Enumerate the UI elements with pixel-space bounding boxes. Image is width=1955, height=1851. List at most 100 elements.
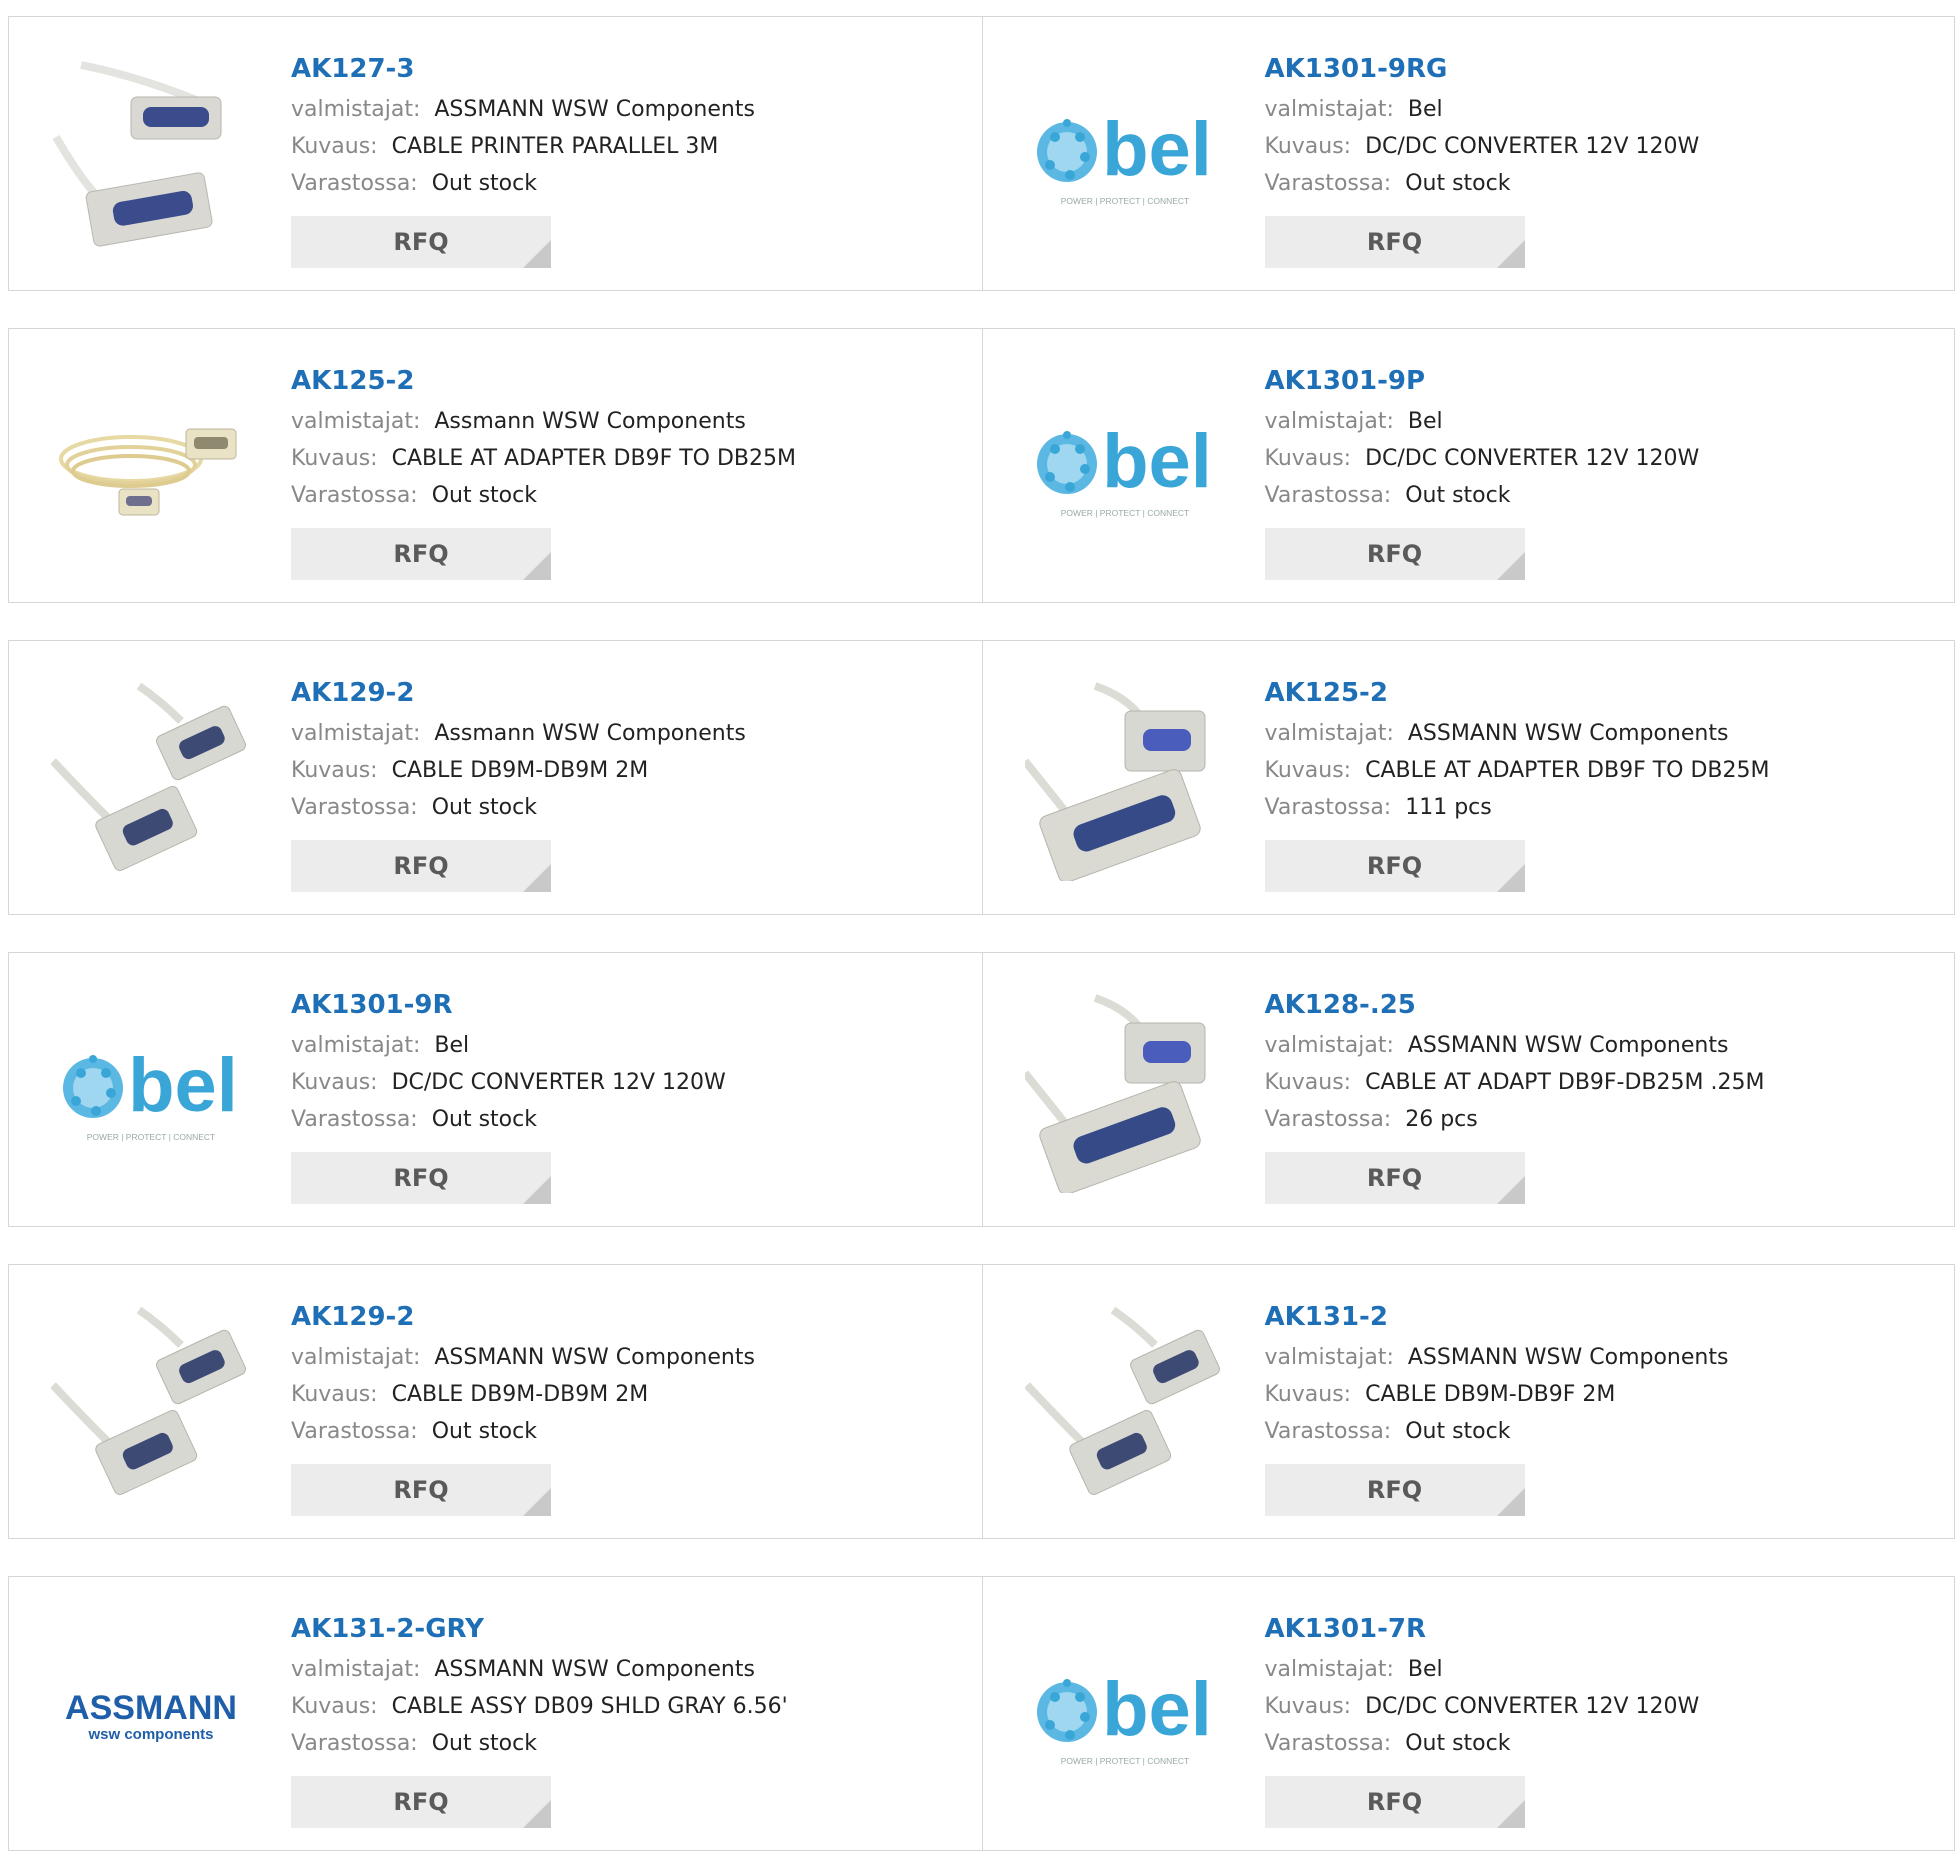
bel-logo[interactable]: bel POWER | PROTECT | CONNECT	[1025, 57, 1225, 257]
rfq-label: RFQ	[393, 228, 449, 256]
manufacturer-value: ASSMANN WSW Components	[434, 1657, 755, 1682]
rfq-button[interactable]: RFQ	[1264, 528, 1525, 580]
description-value: CABLE AT ADAPTER DB9F TO DB25M	[1365, 758, 1770, 783]
product-info: AK1301-9RG valmistajat: Bel Kuvaus: DC/DC …	[1264, 47, 1700, 268]
manufacturer-row: valmistajat: ASSMANN WSW Components	[1265, 715, 1770, 752]
manufacturer-row: valmistajat: Assmann WSW Components	[291, 403, 796, 440]
description-value: CABLE DB9M-DB9M 2M	[391, 758, 649, 783]
product-info: AK1301-9R valmistajat: Bel Kuvaus: DC/DC C…	[291, 983, 726, 1204]
rfq-button[interactable]: RFQ	[291, 528, 551, 580]
bel-logo[interactable]: bel POWER | PROTECT | CONNECT	[1025, 369, 1225, 569]
description-label: Kuvaus:	[291, 1382, 378, 1407]
manufacturer-value: Assmann WSW Components	[434, 409, 746, 434]
stock-label: Varastossa:	[291, 1419, 418, 1444]
product-row: AK129-2 valmistajat: Assmann WSW Componen…	[8, 640, 1955, 915]
stock-row: Varastossa: 26 pcs	[1265, 1101, 1765, 1138]
manufacturer-row: valmistajat: Bel	[1265, 1651, 1700, 1688]
assmann-logo[interactable]: ASSMANN wsw components	[51, 1617, 251, 1817]
db9-cable-icon[interactable]	[1024, 1305, 1225, 1505]
part-number-link[interactable]: AK1301-9P	[1265, 359, 1700, 403]
product-card: AK129-2 valmistajat: Assmann WSW Componen…	[9, 641, 982, 914]
db9-db25-cable-icon[interactable]	[1024, 993, 1225, 1193]
stock-value: Out stock	[431, 795, 537, 820]
rfq-button[interactable]: RFQ	[1264, 840, 1525, 892]
manufacturer-row: valmistajat: Bel	[1265, 403, 1700, 440]
manufacturer-label: valmistajat:	[1264, 1657, 1394, 1682]
product-info: AK128-.25 valmistajat: ASSMANN WSW Compon…	[1264, 983, 1765, 1204]
part-number-link[interactable]: AK129-2	[291, 671, 746, 715]
bel-logo-tagline: POWER | PROTECT | CONNECT	[87, 1132, 215, 1142]
description-value: CABLE DB9M-DB9M 2M	[391, 1382, 649, 1407]
stock-label: Varastossa:	[1264, 171, 1392, 196]
description-label: Kuvaus:	[1264, 134, 1352, 159]
part-number-link[interactable]: AK131-2-GRY	[291, 1607, 788, 1651]
part-number-link[interactable]: AK1301-7R	[1265, 1607, 1700, 1651]
db9-cable-icon[interactable]	[51, 681, 251, 881]
part-number-link[interactable]: AK127-3	[291, 47, 755, 91]
product-info: AK129-2 valmistajat: Assmann WSW Componen…	[291, 671, 746, 892]
product-card: AK125-2 valmistajat: Assmann WSW Componen…	[9, 329, 982, 602]
stock-label: Varastossa:	[1264, 1419, 1392, 1444]
manufacturer-label: valmistajat:	[291, 1657, 421, 1682]
bel-logo-text: bel	[1102, 1667, 1212, 1752]
description-row: Kuvaus: CABLE AT ADAPTER DB9F TO DB25M	[291, 440, 796, 477]
db9-db25-cable-icon[interactable]	[1024, 681, 1225, 881]
stock-row: Varastossa: 111 pcs	[1265, 789, 1770, 826]
rfq-button[interactable]: RFQ	[1264, 1464, 1525, 1516]
part-number-link[interactable]: AK129-2	[291, 1295, 755, 1339]
product-card: AK128-.25 valmistajat: ASSMANN WSW Compon…	[981, 953, 1955, 1226]
part-number-link[interactable]: AK131-2	[1265, 1295, 1729, 1339]
rfq-button[interactable]: RFQ	[291, 1776, 551, 1828]
part-number-link[interactable]: AK1301-9R	[291, 983, 726, 1027]
product-info: AK129-2 valmistajat: ASSMANN WSW Componen…	[291, 1295, 755, 1516]
product-row: bel POWER | PROTECT | CONNECT AK1301-9R …	[8, 952, 1955, 1227]
description-row: Kuvaus: CABLE PRINTER PARALLEL 3M	[291, 128, 755, 165]
coiled-adapter-cable-icon[interactable]	[51, 369, 251, 569]
corner-triangle-icon	[1496, 1488, 1525, 1516]
rfq-button[interactable]: RFQ	[1264, 216, 1525, 268]
description-label: Kuvaus:	[291, 134, 378, 159]
corner-triangle-icon	[1496, 1800, 1525, 1828]
description-value: CABLE PRINTER PARALLEL 3M	[391, 134, 719, 159]
stock-row: Varastossa: Out stock	[291, 477, 796, 514]
rfq-button[interactable]: RFQ	[291, 216, 551, 268]
manufacturer-label: valmistajat:	[291, 97, 421, 122]
manufacturer-row: valmistajat: ASSMANN WSW Components	[1265, 1339, 1729, 1376]
product-row: AK129-2 valmistajat: ASSMANN WSW Componen…	[8, 1264, 1955, 1539]
manufacturer-value: ASSMANN WSW Components	[434, 1345, 755, 1370]
rfq-label: RFQ	[393, 1164, 449, 1192]
part-number-link[interactable]: AK125-2	[291, 359, 796, 403]
rfq-button[interactable]: RFQ	[291, 1464, 551, 1516]
rfq-label: RFQ	[1366, 1164, 1423, 1192]
rfq-button[interactable]: RFQ	[1264, 1152, 1525, 1204]
description-row: Kuvaus: CABLE AT ADAPT DB9F-DB25M .25M	[1265, 1064, 1765, 1101]
rfq-button[interactable]: RFQ	[291, 840, 551, 892]
corner-triangle-icon	[523, 1488, 551, 1516]
bel-logo-text: bel	[1102, 107, 1212, 192]
parallel-printer-cable-icon[interactable]	[51, 57, 251, 257]
product-row: AK127-3 valmistajat: ASSMANN WSW Componen…	[8, 16, 1955, 291]
rfq-label: RFQ	[393, 1788, 449, 1816]
rfq-button[interactable]: RFQ	[1264, 1776, 1525, 1828]
stock-value: 26 pcs	[1405, 1107, 1478, 1132]
description-value: CABLE ASSY DB09 SHLD GRAY 6.56'	[391, 1694, 788, 1719]
manufacturer-label: valmistajat:	[1264, 97, 1394, 122]
stock-value: Out stock	[1405, 1419, 1511, 1444]
bel-logo-text: bel	[1102, 419, 1212, 504]
description-label: Kuvaus:	[1264, 1070, 1352, 1095]
stock-label: Varastossa:	[1264, 483, 1392, 508]
rfq-button[interactable]: RFQ	[291, 1152, 551, 1204]
part-number-link[interactable]: AK125-2	[1265, 671, 1770, 715]
part-number-link[interactable]: AK128-.25	[1265, 983, 1765, 1027]
corner-triangle-icon	[523, 864, 551, 892]
bel-logo[interactable]: bel POWER | PROTECT | CONNECT	[1025, 1617, 1225, 1817]
description-label: Kuvaus:	[291, 446, 378, 471]
product-card: AK129-2 valmistajat: ASSMANN WSW Componen…	[9, 1265, 982, 1538]
db9-cable-icon[interactable]	[51, 1305, 251, 1505]
stock-row: Varastossa: Out stock	[291, 789, 746, 826]
stock-value: Out stock	[431, 1731, 537, 1756]
part-number-link[interactable]: AK1301-9RG	[1265, 47, 1700, 91]
assmann-logo-tagline: wsw components	[87, 1726, 213, 1743]
product-info: AK131-2 valmistajat: ASSMANN WSW Componen…	[1264, 1295, 1729, 1516]
bel-logo[interactable]: bel POWER | PROTECT | CONNECT	[51, 993, 251, 1193]
